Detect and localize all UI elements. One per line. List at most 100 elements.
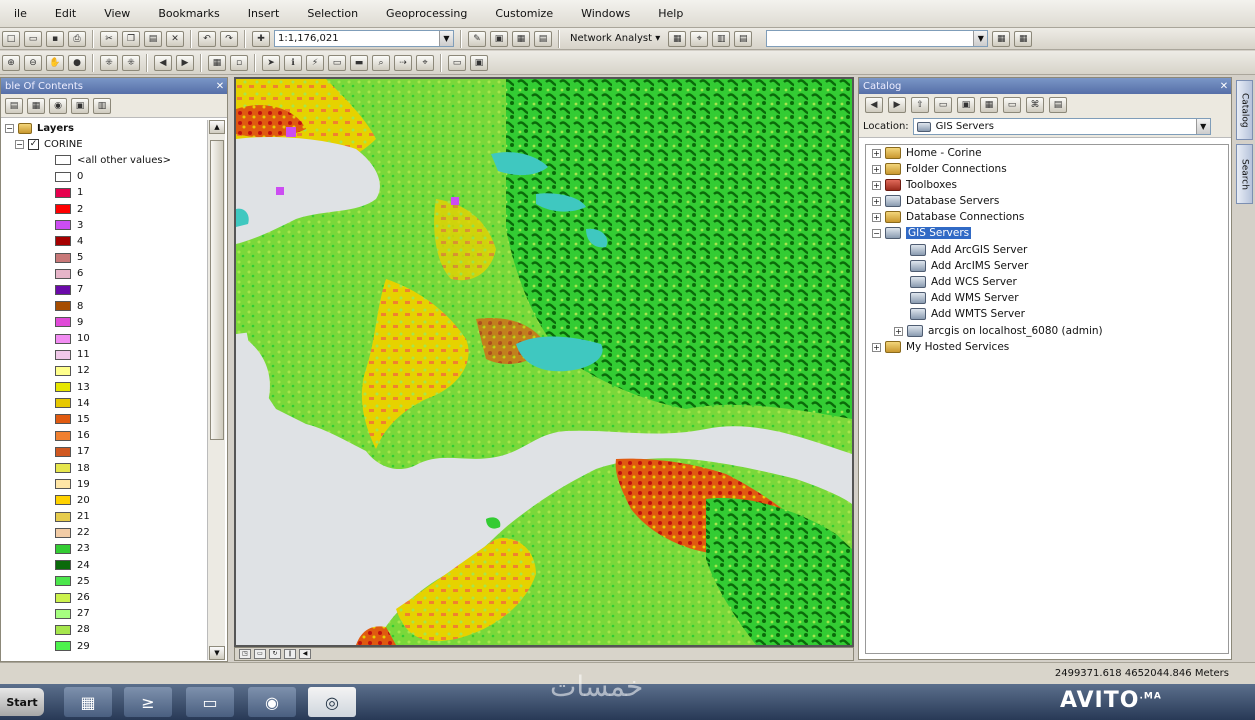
grid-icon[interactable]: ▦ bbox=[1014, 30, 1033, 47]
menu-edit[interactable]: Edit bbox=[41, 7, 90, 20]
list-by-source-icon[interactable]: ▦ bbox=[27, 97, 45, 114]
na-solve-icon[interactable]: ▥ bbox=[712, 30, 731, 47]
redo-icon[interactable]: ↷ bbox=[220, 30, 238, 47]
location-combo[interactable]: GIS Servers ▼ bbox=[912, 118, 1211, 135]
menu-view[interactable]: View bbox=[90, 7, 144, 20]
expand-icon[interactable]: + bbox=[872, 342, 881, 352]
scroll-up-icon[interactable]: ▲ bbox=[209, 120, 225, 134]
new-map-icon[interactable]: □ bbox=[2, 30, 20, 47]
expand-icon[interactable]: + bbox=[872, 196, 881, 206]
menu-windows[interactable]: Windows bbox=[567, 7, 644, 20]
menu-geoprocessing[interactable]: Geoprocessing bbox=[372, 7, 481, 20]
expand-icon[interactable]: + bbox=[872, 212, 881, 222]
powershell-icon[interactable]: ≥ bbox=[124, 687, 172, 717]
tree-item-add-arcgis-server[interactable]: Add ArcGIS Server bbox=[910, 242, 1027, 258]
menu-customize[interactable]: Customize bbox=[481, 7, 567, 20]
find-icon[interactable]: ⌕ bbox=[372, 54, 390, 71]
forward-icon[interactable]: ▶ bbox=[176, 54, 194, 71]
viewer-icon[interactable]: ▣ bbox=[470, 54, 488, 71]
catalog-window-icon[interactable]: ▤ bbox=[534, 30, 552, 47]
collapse-icon[interactable]: − bbox=[5, 123, 14, 133]
zoom-in-icon[interactable]: ⊕ bbox=[2, 54, 20, 71]
print-icon[interactable]: ⎙ bbox=[68, 30, 86, 47]
firefox-icon[interactable]: ◉ bbox=[248, 687, 296, 717]
side-tab-search[interactable]: Search bbox=[1236, 144, 1253, 204]
connect-server-icon[interactable]: ⌘ bbox=[1026, 97, 1044, 113]
tree-item-database-connections[interactable]: + Database Connections bbox=[872, 209, 1024, 225]
forward-icon[interactable]: ▶ bbox=[888, 97, 906, 113]
views-icon[interactable]: ▦ bbox=[980, 97, 998, 113]
collapse-icon[interactable]: − bbox=[872, 228, 881, 238]
save-icon[interactable]: ▪ bbox=[46, 30, 64, 47]
expand-icon[interactable]: + bbox=[872, 164, 881, 174]
close-icon[interactable]: ✕ bbox=[1217, 81, 1231, 92]
tree-item-database-servers[interactable]: + Database Servers bbox=[872, 193, 999, 209]
toggle-contents-icon[interactable]: ▣ bbox=[957, 97, 975, 113]
layers-frame-row[interactable]: − Layers bbox=[1, 120, 206, 136]
network-analyst-menu[interactable]: Network Analyst ▾ bbox=[566, 33, 664, 44]
chevron-down-icon[interactable]: ▼ bbox=[973, 31, 988, 46]
html-popup-icon[interactable]: ▭ bbox=[328, 54, 346, 71]
tree-item-my-hosted-services[interactable]: + My Hosted Services bbox=[872, 339, 1009, 355]
layer-row-corine[interactable]: − ✓ CORINE bbox=[1, 136, 206, 152]
tree-item-gis-servers[interactable]: − GIS Servers bbox=[872, 225, 972, 241]
scroll-left-icon[interactable]: ◀ bbox=[299, 649, 311, 659]
tree-item-home[interactable]: + Home - Corine bbox=[872, 145, 982, 161]
na-combo[interactable]: ▼ bbox=[766, 30, 989, 47]
open-icon[interactable]: ▭ bbox=[24, 30, 42, 47]
side-tab-catalog[interactable]: Catalog bbox=[1236, 80, 1253, 140]
full-extent-icon[interactable]: ● bbox=[68, 54, 86, 71]
options-icon[interactable]: ▥ bbox=[93, 97, 111, 114]
new-folder-icon[interactable]: ▭ bbox=[1003, 97, 1021, 113]
connect-folder-icon[interactable]: ▭ bbox=[934, 97, 952, 113]
na-window-icon[interactable]: ▦ bbox=[668, 30, 687, 47]
tree-item-add-arcims-server[interactable]: Add ArcIMS Server bbox=[910, 258, 1028, 274]
chevron-down-icon[interactable]: ▼ bbox=[439, 31, 453, 46]
menu-help[interactable]: Help bbox=[644, 7, 697, 20]
clear-selection-icon[interactable]: ▫ bbox=[230, 54, 248, 71]
expand-icon[interactable]: + bbox=[872, 180, 881, 190]
na-tool-icon[interactable]: ⌖ bbox=[690, 30, 709, 47]
list-by-selection-icon[interactable]: ▣ bbox=[71, 97, 89, 114]
map-view[interactable] bbox=[234, 77, 854, 647]
layer-visibility-checkbox[interactable]: ✓ bbox=[28, 138, 39, 150]
identify-icon[interactable]: ℹ bbox=[284, 54, 302, 71]
up-one-level-icon[interactable]: ⇧ bbox=[911, 97, 929, 113]
undo-icon[interactable]: ↶ bbox=[198, 30, 216, 47]
menu-file[interactable]: ile bbox=[0, 7, 41, 20]
tree-item-add-wmts-server[interactable]: Add WMTS Server bbox=[910, 306, 1025, 322]
server-manager-icon[interactable]: ▦ bbox=[64, 687, 112, 717]
select-elements-icon[interactable]: ➤ bbox=[262, 54, 280, 71]
hyperlink-icon[interactable]: ⚡ bbox=[306, 54, 324, 71]
layout-view-icon[interactable]: ▭ bbox=[254, 649, 266, 659]
tree-item-add-wms-server[interactable]: Add WMS Server bbox=[910, 290, 1019, 306]
zoom-out-icon[interactable]: ⊖ bbox=[24, 54, 42, 71]
cut-icon[interactable]: ✂ bbox=[100, 30, 118, 47]
scale-combo[interactable]: 1:1,176,021 ▼ bbox=[274, 30, 454, 47]
editor-icon[interactable]: ✎ bbox=[468, 30, 486, 47]
copy-icon[interactable]: ❐ bbox=[122, 30, 140, 47]
pause-icon[interactable]: ∥ bbox=[284, 649, 296, 659]
scroll-down-icon[interactable]: ▼ bbox=[209, 646, 225, 660]
explorer-icon[interactable]: ▭ bbox=[186, 687, 234, 717]
add-data-icon[interactable]: ✚ bbox=[252, 30, 270, 47]
fixed-zoom-in-icon[interactable]: ⁜ bbox=[100, 54, 118, 71]
list-by-drawing-order-icon[interactable]: ▤ bbox=[5, 97, 23, 114]
tree-item-toolboxes[interactable]: + Toolboxes bbox=[872, 177, 957, 193]
list-by-visibility-icon[interactable]: ◉ bbox=[49, 97, 67, 114]
select-features-icon[interactable]: ▦ bbox=[208, 54, 226, 71]
tree-item-add-wcs-server[interactable]: Add WCS Server bbox=[910, 274, 1017, 290]
expand-icon[interactable]: + bbox=[872, 148, 881, 158]
pan-icon[interactable]: ✋ bbox=[46, 54, 64, 71]
menu-insert[interactable]: Insert bbox=[234, 7, 294, 20]
time-slider-icon[interactable]: ▭ bbox=[448, 54, 466, 71]
route-icon[interactable]: ⇢ bbox=[394, 54, 412, 71]
grid-icon[interactable]: ▦ bbox=[992, 30, 1011, 47]
toc-scrollbar[interactable]: ▲ ▼ bbox=[207, 120, 225, 660]
delete-icon[interactable]: ✕ bbox=[166, 30, 184, 47]
xy-icon[interactable]: ⌖ bbox=[416, 54, 434, 71]
back-icon[interactable]: ◀ bbox=[154, 54, 172, 71]
arcmap-icon[interactable]: ◎ bbox=[308, 687, 356, 717]
options-icon[interactable]: ▤ bbox=[1049, 97, 1067, 113]
measure-icon[interactable]: ▬ bbox=[350, 54, 368, 71]
